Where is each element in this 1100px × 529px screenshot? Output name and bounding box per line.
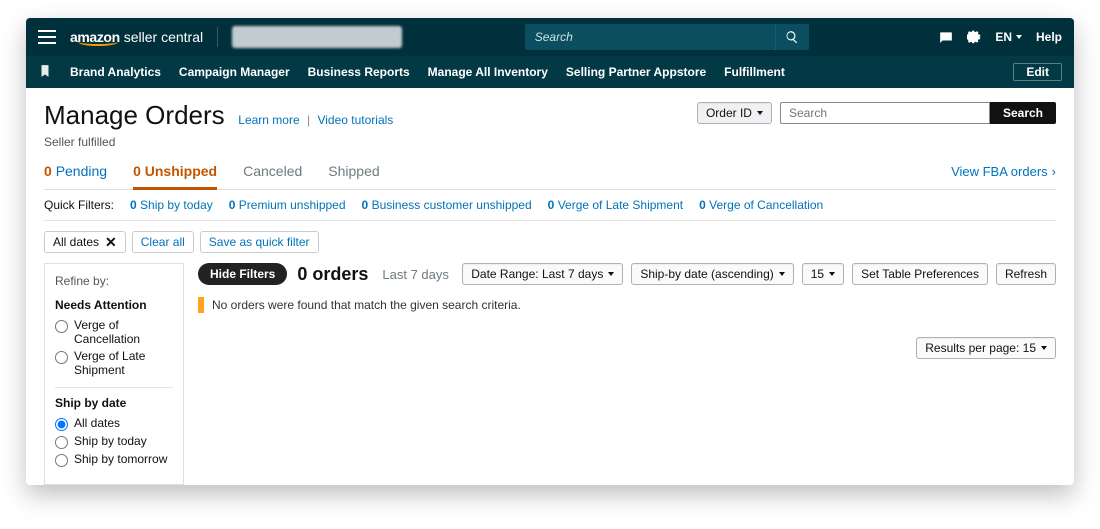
radio-all-dates[interactable]: All dates	[55, 416, 173, 431]
radio-verge-late-shipment[interactable]: Verge of Late Shipment	[55, 349, 173, 377]
qf-premium-unshipped[interactable]: 0 Premium unshipped	[229, 198, 346, 212]
date-range-dropdown[interactable]: Date Range: Last 7 days	[462, 263, 623, 285]
video-tutorials-link[interactable]: Video tutorials	[317, 113, 393, 127]
orders-count: 0 orders	[297, 264, 368, 285]
divider: |	[307, 113, 310, 127]
refine-by-label: Refine by:	[55, 274, 173, 288]
orders-range-label: Last 7 days	[382, 267, 449, 282]
order-search-button[interactable]: Search	[990, 102, 1056, 124]
refresh-button[interactable]: Refresh	[996, 263, 1056, 285]
tab-count: 0	[133, 163, 141, 179]
nav-selling-partner-appstore[interactable]: Selling Partner Appstore	[566, 65, 706, 79]
warning-bar-icon	[198, 297, 204, 313]
clear-all-button[interactable]: Clear all	[132, 231, 194, 253]
group-ship-by-date: Ship by date	[55, 387, 173, 410]
radio-ship-by-tomorrow[interactable]: Ship by tomorrow	[55, 452, 173, 467]
logo-sub: seller central	[124, 29, 203, 45]
tab-label: Unshipped	[145, 163, 217, 179]
search-type-dropdown[interactable]: Order ID	[697, 102, 772, 124]
qf-ship-by-today[interactable]: 0 Ship by today	[130, 198, 213, 212]
chevron-down-icon	[608, 272, 614, 276]
logo-main: amazon	[70, 29, 120, 45]
empty-state-text: No orders were found that match the give…	[212, 298, 521, 312]
nav-business-reports[interactable]: Business Reports	[308, 65, 410, 79]
chevron-down-icon	[779, 272, 785, 276]
bookmark-icon[interactable]	[38, 64, 52, 81]
results-per-page-dropdown[interactable]: Results per page: 15	[916, 337, 1056, 359]
edit-nav-button[interactable]: Edit	[1013, 63, 1062, 81]
order-search-input[interactable]	[780, 102, 990, 124]
filter-chip-all-dates[interactable]: All dates ✕	[44, 231, 126, 253]
tab-label: Pending	[56, 163, 107, 179]
help-link[interactable]: Help	[1036, 30, 1062, 44]
hide-filters-button[interactable]: Hide Filters	[198, 263, 287, 285]
qf-verge-cancellation[interactable]: 0 Verge of Cancellation	[699, 198, 823, 212]
chevron-down-icon	[1016, 35, 1022, 39]
sort-dropdown[interactable]: Ship-by date (ascending)	[631, 263, 793, 285]
chevron-down-icon	[1041, 346, 1047, 350]
tab-unshipped[interactable]: 0 Unshipped	[133, 163, 217, 190]
global-search-input[interactable]	[525, 24, 775, 50]
search-type-label: Order ID	[706, 106, 752, 120]
chevron-down-icon	[757, 111, 763, 115]
account-selector-placeholder[interactable]	[232, 26, 402, 48]
fba-link-label: View FBA orders	[951, 164, 1048, 179]
tab-label: Canceled	[243, 163, 302, 179]
save-quick-filter-button[interactable]: Save as quick filter	[200, 231, 319, 253]
menu-icon[interactable]	[38, 30, 56, 44]
quick-filters-label: Quick Filters:	[44, 198, 114, 212]
settings-icon[interactable]	[967, 30, 981, 44]
language-label: EN	[995, 30, 1012, 44]
messages-icon[interactable]	[939, 30, 953, 44]
logo[interactable]: amazon seller central	[70, 29, 203, 45]
empty-state-message: No orders were found that match the give…	[198, 297, 1056, 313]
chevron-right-icon: ›	[1052, 164, 1056, 179]
learn-more-link[interactable]: Learn more	[238, 113, 299, 127]
search-icon	[785, 30, 799, 44]
nav-brand-analytics[interactable]: Brand Analytics	[70, 65, 161, 79]
nav-campaign-manager[interactable]: Campaign Manager	[179, 65, 290, 79]
radio-ship-by-today[interactable]: Ship by today	[55, 434, 173, 449]
radio-verge-cancellation[interactable]: Verge of Cancellation	[55, 318, 173, 346]
page-subtitle: Seller fulfilled	[44, 135, 393, 149]
tab-label: Shipped	[328, 163, 379, 179]
group-needs-attention: Needs Attention	[55, 298, 173, 312]
tab-count: 0	[44, 163, 52, 179]
global-search	[525, 24, 809, 50]
global-search-button[interactable]	[775, 24, 809, 50]
chevron-down-icon	[829, 272, 835, 276]
qf-verge-late-shipment[interactable]: 0 Verge of Late Shipment	[548, 198, 683, 212]
refine-sidebar: Refine by: Needs Attention Verge of Canc…	[44, 263, 184, 485]
chip-label: All dates	[53, 235, 99, 249]
divider	[217, 27, 218, 47]
tab-shipped[interactable]: Shipped	[328, 163, 379, 187]
nav-manage-all-inventory[interactable]: Manage All Inventory	[428, 65, 548, 79]
page-size-dropdown[interactable]: 15	[802, 263, 844, 285]
close-icon[interactable]: ✕	[105, 235, 117, 249]
qf-business-customer-unshipped[interactable]: 0 Business customer unshipped	[362, 198, 532, 212]
view-fba-orders-link[interactable]: View FBA orders ›	[951, 164, 1056, 187]
nav-fulfillment[interactable]: Fulfillment	[724, 65, 785, 79]
language-selector[interactable]: EN	[995, 30, 1022, 44]
tab-pending[interactable]: 0 Pending	[44, 163, 107, 187]
table-prefs-button[interactable]: Set Table Preferences	[852, 263, 988, 285]
page-title: Manage Orders	[44, 100, 225, 131]
tab-canceled[interactable]: Canceled	[243, 163, 302, 187]
